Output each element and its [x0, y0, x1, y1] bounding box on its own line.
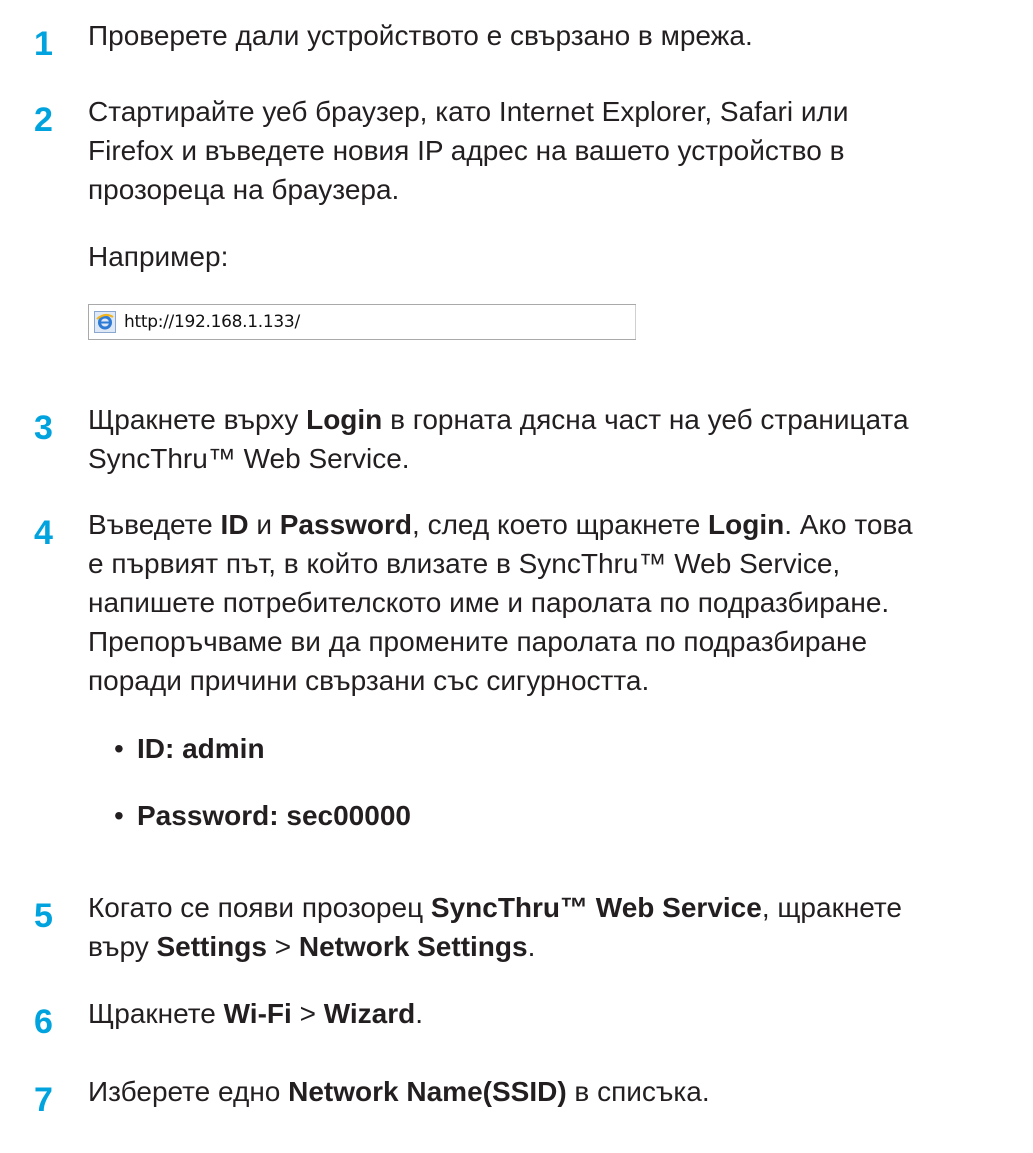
step-5-line-2: въру Settings > Network Settings.: [88, 931, 536, 962]
step-3-line-1: Щракнете върху Login в горната дясна час…: [88, 404, 909, 435]
step-5-line-1: Когато се появи прозорец SyncThru™ Web S…: [88, 892, 903, 923]
example-label: Например:: [88, 241, 229, 272]
step-number-2: 2: [34, 101, 53, 139]
bullet-2-dot: •: [114, 800, 124, 831]
step-1-text: Проверете дали устройството е свързано в…: [88, 20, 753, 51]
step-3-line-2: SyncThru™ Web Service.: [88, 443, 410, 474]
step-4-line-2: е първият път, в който влизате в SyncThr…: [88, 548, 841, 579]
bullet-password: Password: sec00000: [137, 800, 411, 831]
bullet-id-admin: ID: admin: [137, 733, 265, 764]
bullet-1-dot: •: [114, 733, 124, 764]
step-4-line-4: Препоръчваме ви да промените паролата по…: [88, 626, 868, 657]
step-number-5: 5: [34, 897, 53, 935]
step-4-line-3: напишете потребителското име и паролата …: [88, 587, 890, 618]
step-2-line-2: Firefox и въведете новия IP адрес на ваш…: [88, 135, 845, 166]
step-number-1: 1: [34, 25, 53, 63]
step-7-text: Изберете едно Network Name(SSID) в списъ…: [88, 1076, 710, 1107]
address-url: http://192.168.1.133/: [124, 312, 300, 332]
step-number-3: 3: [34, 409, 53, 447]
login-term: Login: [306, 404, 383, 435]
internet-explorer-icon: [94, 311, 116, 333]
browser-address-bar[interactable]: http://192.168.1.133/: [88, 304, 636, 340]
step-number-7: 7: [34, 1081, 53, 1119]
step-4-line-5: поради причини свързани със сигурността.: [88, 665, 650, 696]
step-2-line-3: прозореца на браузера.: [88, 174, 400, 205]
step-2-line-1: Стартирайте уеб браузер, като Internet E…: [88, 96, 849, 127]
step-number-6: 6: [34, 1003, 53, 1041]
address-bar-edge: [635, 305, 636, 339]
step-number-4: 4: [34, 514, 53, 552]
step-6-text: Щракнете Wi-Fi > Wizard.: [88, 998, 424, 1029]
step-4-line-1: Въведете ID и Password, след което щракн…: [88, 509, 913, 540]
